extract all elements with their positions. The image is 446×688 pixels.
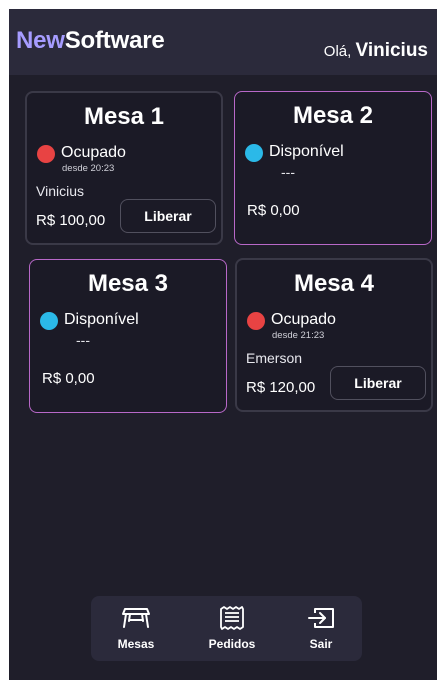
table-card-4[interactable]: Mesa 4 Ocupado desde 21:23 Emerson R$ 12… xyxy=(235,258,433,412)
nav-label: Sair xyxy=(309,637,333,651)
app-screen: NewSoftware Olá, Vinicius Mesa 1 Ocupado… xyxy=(9,9,437,680)
nav-label: Mesas xyxy=(117,637,155,651)
release-table-button[interactable]: Liberar xyxy=(120,199,216,233)
logo-software: Software xyxy=(64,27,165,54)
table-total: R$ 100,00 xyxy=(36,212,106,229)
occupied-since: desde 21:23 xyxy=(272,330,325,341)
release-table-button[interactable]: Liberar xyxy=(330,366,426,400)
nav-item-sair[interactable]: Sair xyxy=(293,596,349,661)
table-title: Mesa 2 xyxy=(292,102,374,129)
bottom-nav: Mesas Pedidos Sair xyxy=(91,596,362,661)
status-label: Ocupado xyxy=(61,144,126,161)
table-total: R$ 0,00 xyxy=(247,202,300,219)
nav-label: Pedidos xyxy=(208,637,256,651)
table-total: R$ 0,00 xyxy=(42,370,95,387)
status-label: Disponível xyxy=(269,143,344,160)
logo-new: New xyxy=(16,27,65,54)
available-status-dot-icon xyxy=(245,144,263,162)
table-card-2[interactable]: Mesa 2 Disponível --- R$ 0,00 xyxy=(234,91,432,245)
nav-item-pedidos[interactable]: Pedidos xyxy=(196,596,268,661)
occupied-status-dot-icon xyxy=(37,145,55,163)
client-name: Vinicius xyxy=(36,183,84,199)
table-icon xyxy=(120,606,152,633)
table-title: Mesa 1 xyxy=(83,103,165,130)
empty-client-placeholder: --- xyxy=(281,164,295,180)
logout-icon xyxy=(306,606,336,633)
table-title: Mesa 3 xyxy=(87,270,169,297)
receipt-icon xyxy=(219,606,245,633)
table-total: R$ 120,00 xyxy=(246,379,316,396)
user-name: Vinicius xyxy=(355,40,428,61)
table-title: Mesa 4 xyxy=(293,270,375,297)
available-status-dot-icon xyxy=(40,312,58,330)
occupied-since: desde 20:23 xyxy=(62,163,115,174)
table-card-1[interactable]: Mesa 1 Ocupado desde 20:23 Vinicius R$ 1… xyxy=(25,91,223,245)
nav-item-mesas[interactable]: Mesas xyxy=(103,596,169,661)
empty-client-placeholder: --- xyxy=(76,332,90,348)
user-greeting: Olá, Vinicius xyxy=(324,40,428,62)
client-name: Emerson xyxy=(246,350,303,366)
status-label: Disponível xyxy=(64,311,139,328)
greeting-text: Olá, xyxy=(323,43,352,60)
table-card-3[interactable]: Mesa 3 Disponível --- R$ 0,00 xyxy=(29,259,227,413)
occupied-status-dot-icon xyxy=(247,312,265,330)
header-bar: NewSoftware Olá, Vinicius xyxy=(9,9,437,75)
app-logo: NewSoftware xyxy=(16,27,165,55)
status-label: Ocupado xyxy=(271,311,336,328)
